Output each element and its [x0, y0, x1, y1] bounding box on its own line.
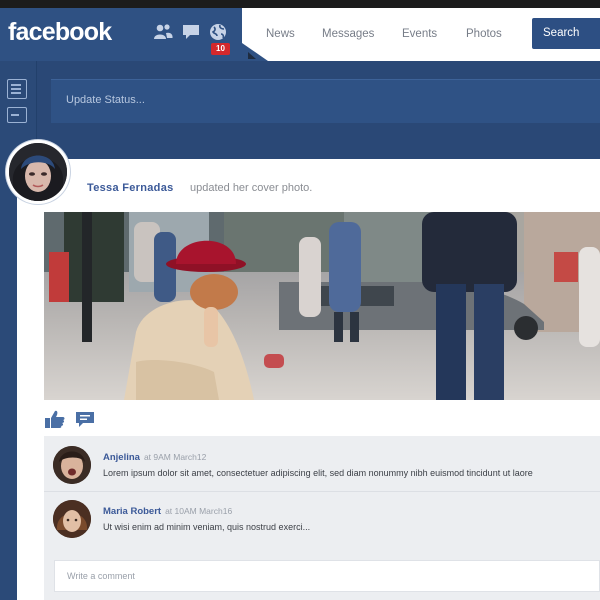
messages-icon[interactable] — [181, 22, 201, 42]
photo-icon[interactable] — [7, 107, 27, 123]
status-icon[interactable] — [7, 79, 27, 99]
comment-author[interactable]: Maria Robert at 10AM March16 — [103, 506, 232, 517]
comment-item: Anjelina at 9AM March12 Lorem ipsum dolor… — [44, 440, 600, 492]
nav-notch-shadow — [248, 52, 256, 59]
comment-author[interactable]: Anjelina at 9AM March12 — [103, 452, 206, 463]
cover-photo[interactable] — [44, 212, 600, 400]
avatar[interactable] — [6, 140, 70, 204]
status-input[interactable]: Update Status... — [51, 79, 600, 123]
avatar[interactable] — [53, 446, 91, 484]
comment-icon[interactable] — [75, 411, 95, 429]
like-icon[interactable] — [44, 409, 66, 429]
top-strip — [0, 0, 600, 8]
comment-time: at 9AM March12 — [143, 452, 207, 462]
nav-bar: News Messages Events Photos Search — [242, 8, 600, 61]
post-card: Tessa Fernadas updated her cover photo. — [17, 159, 600, 600]
nav-events[interactable]: Events — [402, 28, 437, 40]
notification-badge: 10 — [211, 43, 230, 55]
search-button[interactable]: Search — [532, 18, 600, 49]
nav-photos[interactable]: Photos — [466, 28, 502, 40]
brand-bar: facebook 10 — [0, 8, 242, 61]
post-author[interactable]: Tessa Fernadas — [87, 182, 174, 194]
comment-time: at 10AM March16 — [165, 506, 233, 516]
post-action: updated her cover photo. — [190, 182, 313, 194]
friends-icon[interactable] — [153, 22, 173, 42]
status-placeholder: Update Status... — [66, 94, 145, 106]
status-row: Update Status... — [37, 61, 600, 159]
avatar[interactable] — [53, 500, 91, 538]
comment-placeholder: Write a comment — [67, 571, 135, 581]
comments-section: Anjelina at 9AM March12 Lorem ipsum dolor… — [44, 436, 600, 600]
facebook-logo[interactable]: facebook — [8, 18, 112, 47]
nav-news[interactable]: News — [266, 28, 295, 40]
comment-item: Maria Robert at 10AM March16 Ut wisi enim… — [44, 494, 600, 546]
globe-icon[interactable] — [208, 22, 228, 42]
comment-text: Ut wisi enim ad minim veniam, quis nostr… — [103, 522, 311, 532]
comment-input[interactable]: Write a comment — [54, 560, 600, 592]
comment-text: Lorem ipsum dolor sit amet, consectetuer… — [103, 468, 533, 478]
nav-messages[interactable]: Messages — [322, 28, 374, 40]
